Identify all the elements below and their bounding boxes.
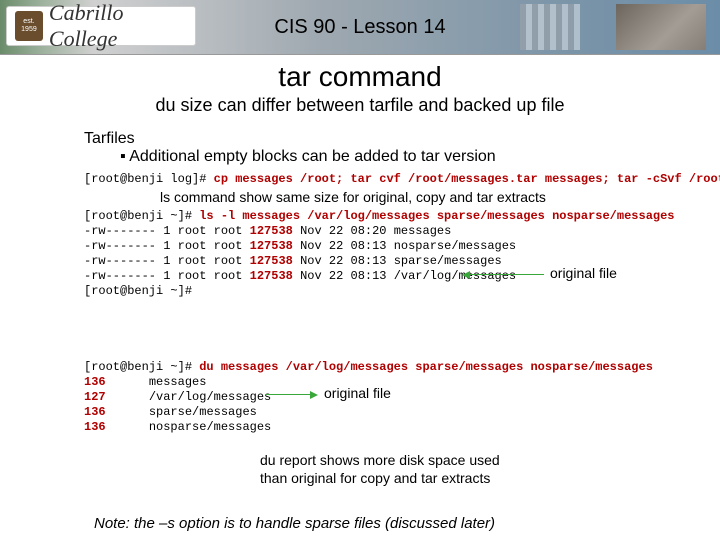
arrow-icon — [266, 394, 316, 395]
ls-row: -rw------- 1 root root 127538 Nov 22 08:… — [84, 239, 516, 253]
annotation-original-file: original file — [550, 265, 617, 283]
college-logo: est. 1959 Cabrillo College — [6, 6, 196, 46]
logo-text: Cabrillo College — [49, 0, 187, 52]
arrow-icon — [464, 274, 544, 275]
du-row: 136 nosparse/messages — [84, 420, 271, 434]
footnote: Note: the –s option is to handle sparse … — [94, 515, 720, 532]
command-text: du messages /var/log/messages sparse/mes… — [199, 360, 653, 374]
command-text: cp messages /root; tar cvf /root/message… — [214, 172, 720, 186]
logo-year: 1959 — [21, 26, 37, 34]
section-heading: Tarfiles — [84, 130, 720, 148]
prompt: [root@benji ~]# — [84, 209, 199, 223]
ls-row: -rw------- 1 root root 127538 Nov 22 08:… — [84, 224, 451, 238]
terminal-block-du: [root@benji ~]# du messages /var/log/mes… — [84, 360, 720, 480]
columns-decoration — [520, 4, 580, 50]
top-banner: est. 1959 Cabrillo College CIS 90 - Less… — [0, 0, 720, 55]
page-subtitle: du size can differ between tarfile and b… — [0, 95, 720, 116]
annotation-du-original: original file — [324, 385, 391, 403]
ls-caption: ls command show same size for original, … — [160, 189, 720, 205]
prompt: [root@benji log]# — [84, 172, 214, 186]
ls-row: -rw------- 1 root root 127538 Nov 22 08:… — [84, 269, 516, 283]
prompt: [root@benji ~]# — [84, 360, 199, 374]
photo-decoration — [616, 4, 706, 50]
page-title: tar command — [0, 61, 720, 93]
ls-row: -rw------- 1 root root 127538 Nov 22 08:… — [84, 254, 502, 268]
slide-content: tar command du size can differ between t… — [0, 61, 720, 532]
du-row: 127 /var/log/messages — [84, 390, 271, 404]
terminal-block-cp: [root@benji log]# cp messages /root; tar… — [84, 172, 720, 187]
terminal-block-ls: [root@benji ~]# ls -l messages /var/log/… — [84, 209, 720, 344]
bullet-item: ▪ Additional empty blocks can be added t… — [120, 148, 720, 166]
prompt-tail: [root@benji ~]# — [84, 284, 192, 298]
command-text: ls -l messages /var/log/messages sparse/… — [199, 209, 674, 223]
du-row: 136 messages — [84, 375, 206, 389]
du-row: 136 sparse/messages — [84, 405, 257, 419]
logo-badge: est. 1959 — [15, 11, 43, 41]
logo-est: est. — [23, 18, 34, 26]
